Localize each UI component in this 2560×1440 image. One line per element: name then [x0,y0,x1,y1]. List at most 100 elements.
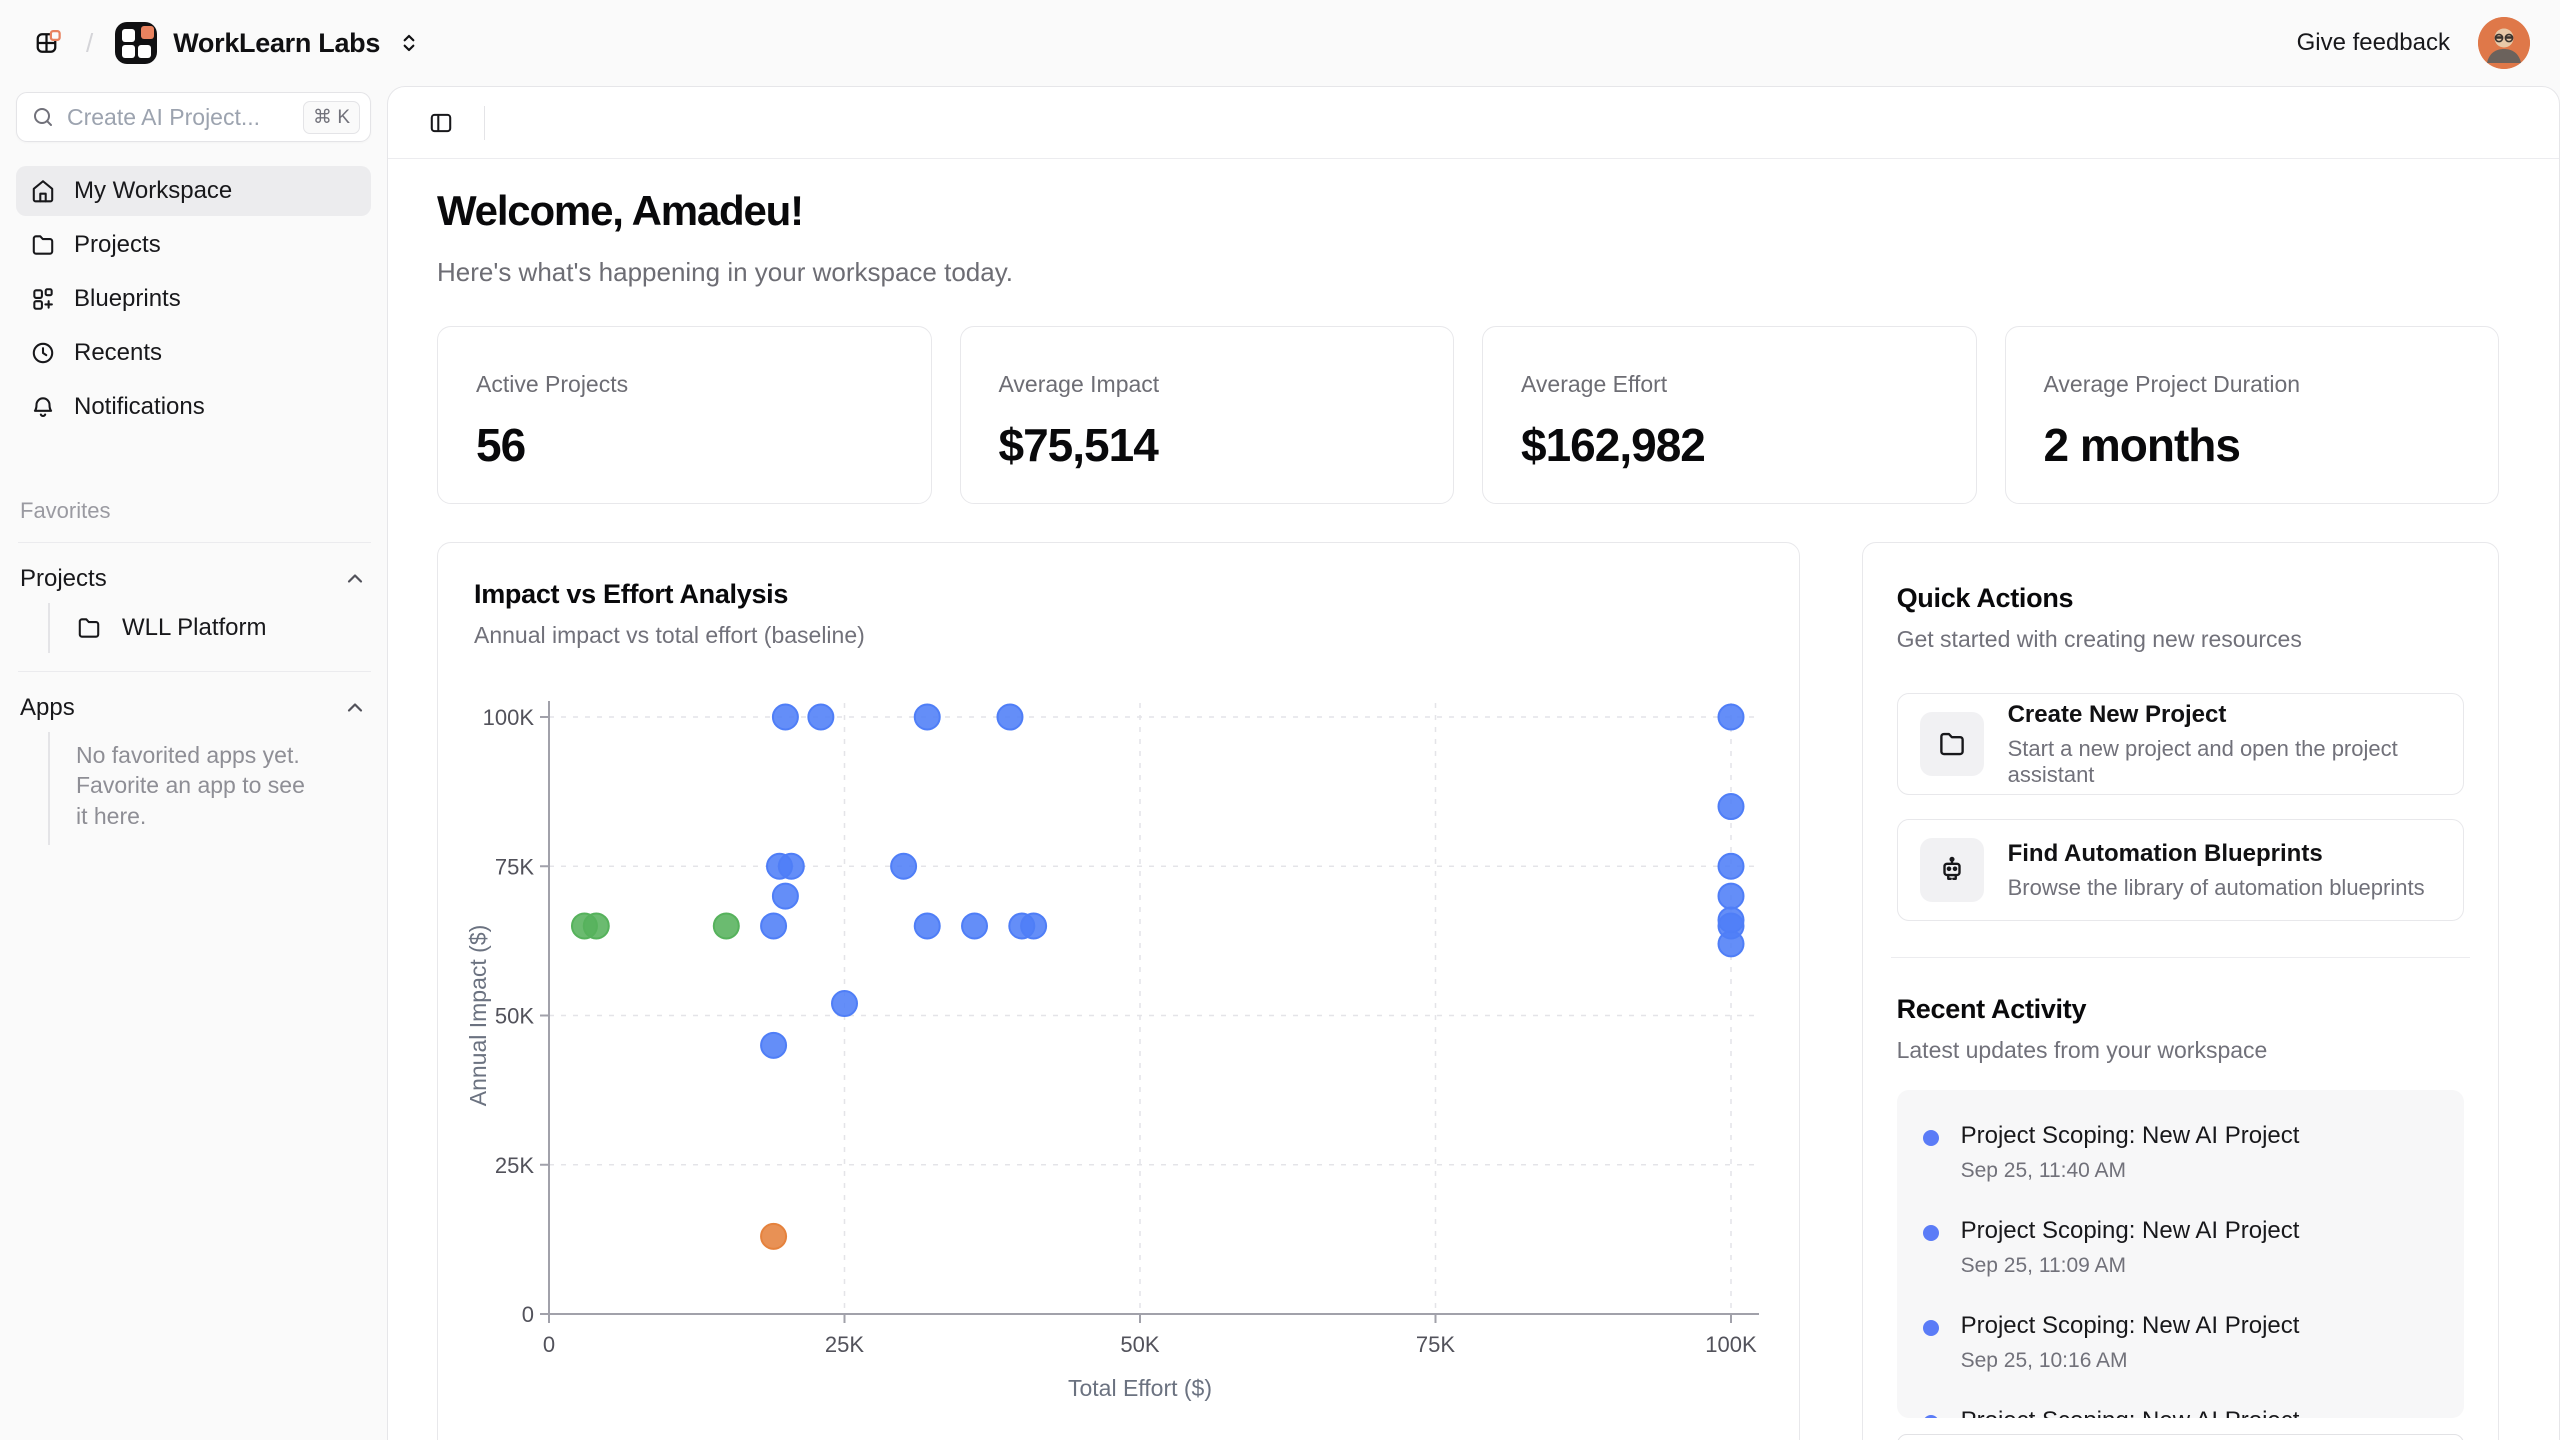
user-avatar[interactable] [2478,17,2530,69]
activity-dot-icon [1923,1225,1939,1241]
stat-card-average-effort: Average Effort $162,982 [1482,326,1977,504]
section-title: Projects [20,565,107,593]
give-feedback-button[interactable]: Give feedback [2297,29,2450,57]
chevron-up-icon [343,567,367,591]
svg-text:Annual Impact ($): Annual Impact ($) [466,925,491,1107]
activity-title: Project Scoping: New AI Project [1961,1312,2300,1340]
org-logo-icon [115,22,157,64]
sidebar-item-blueprints[interactable]: Blueprints [16,274,371,324]
stat-label: Average Effort [1521,371,1938,398]
sidebar-item-label: Projects [74,231,161,259]
svg-text:Total Effort ($): Total Effort ($) [1068,1375,1212,1401]
sidebar-toggle-icon[interactable] [428,110,454,136]
favorites-projects-section-header[interactable]: Projects [20,565,367,593]
create-new-project-action[interactable]: Create New Project Start a new project a… [1897,693,2464,795]
chevrons-up-down-icon [396,30,422,56]
activity-dot-icon [1923,1415,1939,1418]
topbar: / WorkLearn Labs Give feedback [0,0,2560,86]
impact-effort-chart-card: Impact vs Effort Analysis Annual impact … [437,542,1800,1440]
svg-text:75K: 75K [495,854,534,879]
breadcrumb-separator: / [86,28,93,59]
svg-text:25K: 25K [495,1153,534,1178]
stat-card-average-impact: Average Impact $75,514 [960,326,1455,504]
recent-activity-subtitle: Latest updates from your workspace [1897,1037,2464,1064]
stat-card-active-projects: Active Projects 56 [437,326,932,504]
favorites-projects-tree: WLL Platform [48,603,371,653]
search-icon [31,105,55,129]
svg-text:25K: 25K [825,1332,864,1357]
find-automation-blueprints-action[interactable]: Find Automation Blueprints Browse the li… [1897,819,2464,921]
svg-text:50K: 50K [1120,1332,1159,1357]
activity-item[interactable]: Project Scoping: New AI Project Sep 25, … [1923,1122,2438,1183]
stat-label: Average Project Duration [2044,371,2461,398]
svg-text:100K: 100K [483,705,535,730]
right-panel-card: Quick Actions Get started with creating … [1862,542,2499,1440]
org-switcher[interactable]: WorkLearn Labs [115,22,422,64]
robot-icon [1920,838,1984,902]
stats-row: Active Projects 56 Average Impact $75,51… [437,326,2499,504]
sidebar-item-notifications[interactable]: Notifications [16,382,371,432]
stat-card-average-duration: Average Project Duration 2 months [2005,326,2500,504]
stat-value: $162,982 [1521,418,1938,472]
stat-label: Average Impact [999,371,1416,398]
sidebar-item-projects[interactable]: Projects [16,220,371,270]
folder-icon [76,615,102,641]
favorites-apps-tree: No favorited apps yet. Favorite an app t… [48,732,371,845]
svg-text:50K: 50K [495,1004,534,1029]
main-content: Welcome, Amadeu! Here's what's happening… [388,159,2559,1440]
page-subtitle: Here's what's happening in your workspac… [437,257,2499,288]
activity-item[interactable]: Project Scoping: New AI Project Sep 25, … [1923,1217,2438,1278]
sidebar-nav: My Workspace Projects Blueprints Recents… [16,166,371,432]
activity-timestamp: Sep 25, 11:09 AM [1961,1254,2300,1278]
folder-icon [30,232,56,258]
org-name: WorkLearn Labs [173,28,380,59]
chart-subtitle: Annual impact vs total effort (baseline) [474,622,1799,649]
apps-empty-note: No favorited apps yet. Favorite an app t… [76,732,314,845]
activity-title: Project Scoping: New AI Project [1961,1407,2300,1418]
sidebar-item-label: Recents [74,339,162,367]
activity-timestamp: Sep 25, 10:16 AM [1961,1349,2300,1373]
svg-text:75K: 75K [1416,1332,1455,1357]
action-title: Create New Project [2008,701,2441,729]
home-icon [30,178,56,204]
action-title: Find Automation Blueprints [2008,840,2425,868]
activity-title: Project Scoping: New AI Project [1961,1217,2300,1245]
sidebar-item-recents[interactable]: Recents [16,328,371,378]
quick-actions-title: Quick Actions [1897,583,2464,614]
activity-dot-icon [1923,1320,1939,1336]
stat-value: $75,514 [999,418,1416,472]
svg-text:0: 0 [543,1332,555,1357]
bell-icon [30,394,56,420]
folder-icon [1920,712,1984,776]
divider [18,542,371,543]
search-shortcut-badge: ⌘ K [303,101,360,134]
clock-icon [30,340,56,366]
sidebar: Create AI Project... ⌘ K My Workspace Pr… [0,86,387,1440]
activity-item[interactable]: Project Scoping: New AI Project Sep 25, … [1923,1312,2438,1373]
main-toolbar [388,87,2559,159]
divider [1891,957,2470,958]
view-all-activity-button[interactable]: View All Activity [1897,1434,2464,1440]
blueprints-grid-icon [30,286,56,312]
tree-item-label: WLL Platform [122,614,266,642]
favorites-apps-section-header[interactable]: Apps [20,694,367,722]
main-panel: Welcome, Amadeu! Here's what's happening… [387,86,2560,1440]
scatter-plot: 00 25K 25K 50K 50K 75K 75K 100K 100K Total Effort… [466,657,1766,1437]
search-input[interactable]: Create AI Project... ⌘ K [16,92,371,142]
svg-text:0: 0 [522,1302,534,1327]
action-description: Start a new project and open the project… [2008,736,2441,788]
svg-text:100K: 100K [1705,1332,1757,1357]
app-grid-logo-icon[interactable] [34,28,64,58]
sidebar-item-my-workspace[interactable]: My Workspace [16,166,371,216]
sidebar-item-label: My Workspace [74,177,232,205]
sidebar-item-label: Notifications [74,393,205,421]
page-title: Welcome, Amadeu! [437,187,2499,235]
activity-title: Project Scoping: New AI Project [1961,1122,2300,1150]
favorite-project-wll-platform[interactable]: WLL Platform [76,603,371,653]
recent-activity-title: Recent Activity [1897,994,2464,1025]
activity-timestamp: Sep 25, 11:40 AM [1961,1159,2300,1183]
chevron-up-icon [343,696,367,720]
action-description: Browse the library of automation bluepri… [2008,875,2425,901]
quick-actions-subtitle: Get started with creating new resources [1897,626,2464,653]
activity-item[interactable]: Project Scoping: New AI Project [1923,1407,2438,1418]
